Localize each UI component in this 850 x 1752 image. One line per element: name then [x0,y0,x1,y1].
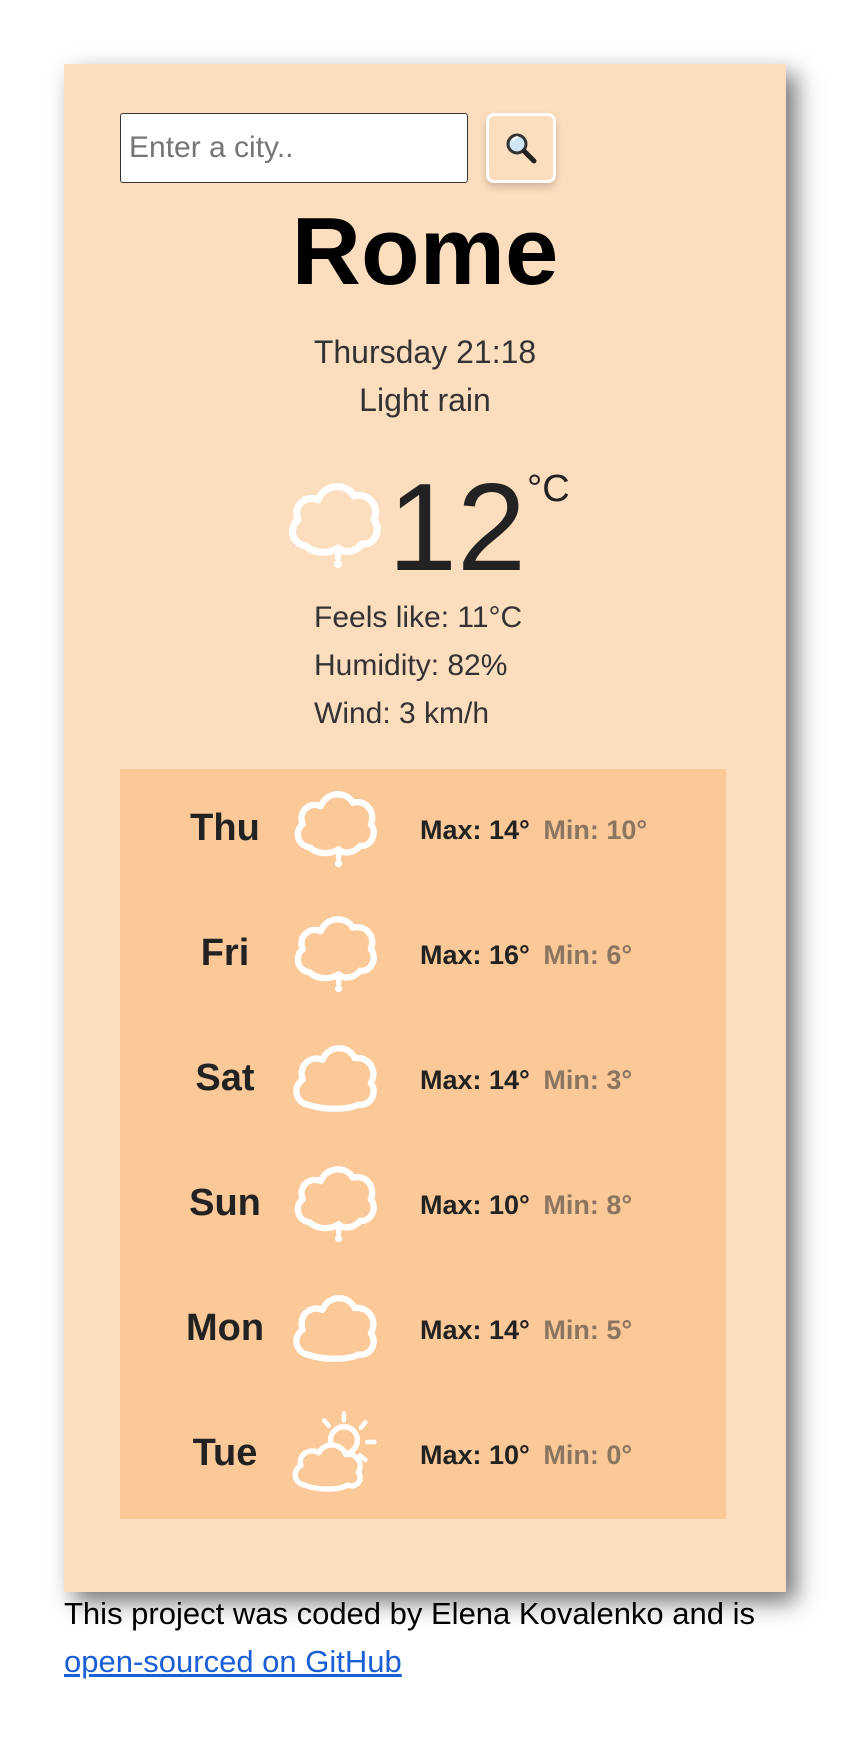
cloud-icon [293,1045,377,1112]
forecast-panel: Thu Max: 14° Min: 10° Fri Max: 16° Min: … [120,769,726,1519]
forecast-max: Max: 10° [420,1440,530,1470]
forecast-min: Min: 6° [543,940,633,970]
forecast-day: Tue Max: 10° Min: 0° [120,1394,726,1504]
forecast-max: Max: 16° [420,940,530,970]
rain-cloud-icon [294,916,377,993]
forecast-day: Fri Max: 16° Min: 6° [120,894,726,1004]
forecast-day: Sun Max: 10° Min: 8° [120,1144,726,1254]
forecast-temps: Max: 10° Min: 0° [420,1440,632,1471]
forecast-min: Min: 8° [543,1190,633,1220]
forecast-max: Max: 14° [420,1315,530,1345]
city-name: Rome [291,198,559,305]
humidity: Humidity: 82% [314,649,508,682]
footer: This project was coded by Elena Kovalenk… [64,1590,824,1686]
forecast-day: Sat Max: 14° Min: 3° [120,1019,726,1129]
temperature-unit: °C [527,468,570,510]
city-search-input[interactable] [120,113,468,183]
rain-cloud-icon [288,483,381,568]
search-button[interactable] [486,113,556,183]
cloud-icon [293,1295,377,1362]
forecast-min: Min: 0° [543,1440,633,1470]
weather-description: Light rain [359,382,491,418]
partly-sunny-icon [292,1411,377,1492]
current-datetime: Thursday 21:18 [313,334,537,370]
rain-cloud-icon [294,1166,377,1243]
github-link[interactable]: open-sourced on GitHub [64,1644,402,1679]
forecast-temps: Max: 10° Min: 8° [420,1190,632,1221]
forecast-day: Thu Max: 14° Min: 10° [120,769,726,879]
forecast-temps: Max: 14° Min: 3° [420,1065,632,1096]
footer-text: This project was coded by Elena Kovalenk… [64,1596,756,1631]
weather-details: Feels like: 11°C Humidity: 82% Wind: 3 k… [314,594,522,738]
rain-cloud-icon [294,791,377,868]
forecast-min: Min: 5° [543,1315,633,1345]
wind: Wind: 3 km/h [314,697,490,730]
forecast-max: Max: 10° [420,1190,530,1220]
forecast-temps: Max: 14° Min: 5° [420,1315,632,1346]
forecast-temps: Max: 14° Min: 10° [420,815,647,846]
current-temperature: 12 [388,459,526,597]
forecast-min: Min: 10° [543,815,648,845]
forecast-min: Min: 3° [543,1065,633,1095]
forecast-day: Mon Max: 14° Min: 5° [120,1269,726,1379]
forecast-max: Max: 14° [420,1065,530,1095]
weather-card: Rome Thursday 21:18 Light rain 12 °C Fee… [64,64,786,1592]
forecast-max: Max: 14° [420,815,530,845]
feels-like: Feels like: 11°C [314,601,523,634]
forecast-temps: Max: 16° Min: 6° [420,940,632,971]
magnifier-icon [506,133,537,164]
